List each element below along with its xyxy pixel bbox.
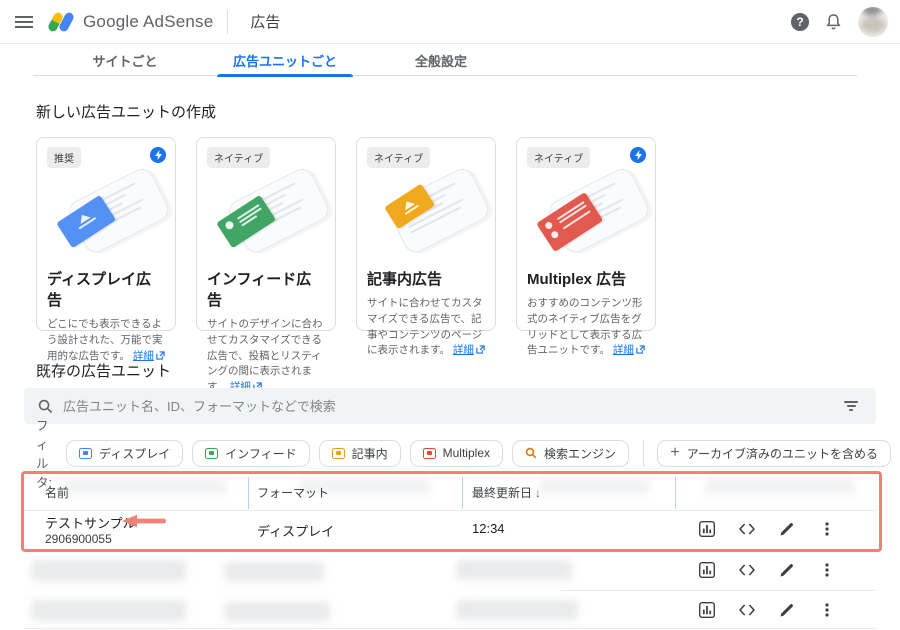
filter-chip-infeed[interactable]: インフィード <box>192 440 309 467</box>
highlight-box <box>21 471 882 552</box>
tab-by-ad-unit[interactable]: 広告ユニットごと <box>217 44 353 76</box>
boost-icon <box>630 147 646 163</box>
page-title: 広告 <box>250 11 280 32</box>
ad-unit-id: 2906900055 <box>45 532 112 546</box>
help-icon[interactable]: ? <box>791 13 809 31</box>
row-divider <box>560 590 876 591</box>
external-link-icon <box>476 344 485 360</box>
card-infeed-ads[interactable]: ネイティブ インフィード広告 サイトのデザインに合わせてカスタマイズできる広告で… <box>196 137 336 331</box>
row-divider <box>24 628 876 629</box>
card-description: どこにでも表示できるよう設計された、万能で実用的な広告です。 詳細 <box>47 317 165 365</box>
filter-icon[interactable] <box>840 397 862 415</box>
adsense-logo[interactable]: Google AdSense <box>48 9 213 35</box>
avatar[interactable] <box>858 7 888 37</box>
plus-icon: + <box>670 445 679 461</box>
row-divider <box>24 510 876 511</box>
card-description: サイトのデザインに合わせてカスタマイズできる広告で、投稿とリスティングの間に表示… <box>207 317 325 397</box>
redacted-text <box>456 560 572 580</box>
display-format-icon <box>79 448 92 459</box>
stats-icon[interactable] <box>698 520 716 538</box>
card-title: Multiplex 広告 <box>527 268 645 289</box>
more-options-icon[interactable] <box>818 601 836 619</box>
filter-row: フィルタ: ディスプレイ インフィード 記事内 Multiplex 検索エンジン… <box>36 439 900 467</box>
notifications-icon[interactable] <box>825 13 842 31</box>
search-bar[interactable] <box>24 388 876 424</box>
card-title: ディスプレイ広告 <box>47 268 165 310</box>
stats-icon[interactable] <box>698 601 716 619</box>
adsense-logo-icon <box>48 9 74 35</box>
more-options-icon[interactable] <box>818 561 836 579</box>
ad-unit-updated: 12:34 <box>472 521 505 536</box>
column-divider <box>248 477 249 509</box>
search-icon <box>38 399 53 414</box>
card-inarticle-ads[interactable]: ネイティブ 記事内広告 サイトに合わせてカスタマイズできる広告で、記事やコンテン… <box>356 137 496 331</box>
infeed-format-icon <box>205 448 218 459</box>
ad-unit-name[interactable]: テストサンプル <box>45 513 136 532</box>
tabs-bar: サイトごと 広告ユニットごと 全般設定 <box>0 44 900 76</box>
existing-section-heading: 既存の広告ユニット <box>36 360 171 381</box>
boost-icon <box>150 147 166 163</box>
redacted-text <box>31 560 186 581</box>
infeed-ads-illustration <box>207 170 325 262</box>
card-display-ads[interactable]: 推奨 ディスプレイ広告 どこにでも表示できるよう設計された、万能で実用的な広告で… <box>36 137 176 331</box>
more-options-icon[interactable] <box>818 520 836 538</box>
native-badge: ネイティブ <box>527 147 590 168</box>
native-badge: ネイティブ <box>367 147 430 168</box>
get-code-icon[interactable] <box>738 520 756 538</box>
redacted-text <box>224 602 330 621</box>
multiplex-ads-illustration <box>527 170 645 262</box>
get-code-icon[interactable] <box>738 561 756 579</box>
stats-icon[interactable] <box>698 561 716 579</box>
card-multiplex-ads[interactable]: ネイティブ Multiplex 広告 おすすめのコンテンツ形式のネイティブ広告を… <box>516 137 656 331</box>
brand-name: Google AdSense <box>83 12 213 32</box>
include-archived-chip[interactable]: +アーカイブ済みのユニットを含める <box>657 440 891 467</box>
sort-descending-icon: ↓ <box>535 486 541 500</box>
edit-icon[interactable] <box>778 561 796 579</box>
ad-unit-format: ディスプレイ <box>257 521 334 540</box>
card-description: サイトに合わせてカスタマイズできる広告で、記事やコンテンツのページに表示されます… <box>367 296 485 360</box>
column-header-format[interactable]: フォーマット <box>257 484 329 501</box>
detail-link[interactable]: 詳細 <box>613 344 634 356</box>
inarticle-format-icon <box>332 448 345 459</box>
card-title: 記事内広告 <box>367 268 485 289</box>
display-ads-illustration <box>47 170 165 262</box>
adsense-ads-page: Google AdSense 広告 ? サイトごと 広告ユニットごと 全般設定 … <box>0 0 900 630</box>
filter-chip-display[interactable]: ディスプレイ <box>66 440 183 467</box>
detail-link[interactable]: 詳細 <box>453 344 474 356</box>
column-divider <box>462 477 463 509</box>
external-link-icon <box>636 344 645 360</box>
edit-icon[interactable] <box>778 520 796 538</box>
menu-icon[interactable] <box>4 2 44 42</box>
filter-chip-multiplex[interactable]: Multiplex <box>410 440 503 467</box>
inarticle-ads-illustration <box>367 170 485 262</box>
filter-label: フィルタ: <box>36 415 54 491</box>
card-title: インフィード広告 <box>207 268 325 310</box>
redacted-text <box>224 562 324 581</box>
card-description: おすすめのコンテンツ形式のネイティブ広告をグリッドとして表示する広告ユニットです… <box>527 296 645 360</box>
multiplex-format-icon <box>423 448 436 459</box>
app-bar: Google AdSense 広告 ? <box>0 0 900 44</box>
search-input[interactable] <box>63 399 840 414</box>
redacted-text <box>456 600 578 620</box>
search-engine-icon <box>525 447 537 459</box>
redacted-text <box>31 600 186 621</box>
column-header-updated[interactable]: 最終更新日↓ <box>472 484 541 501</box>
tab-by-site[interactable]: サイトごと <box>33 44 217 76</box>
filter-chip-inarticle[interactable]: 記事内 <box>319 440 401 467</box>
column-header-name[interactable]: 名前 <box>45 484 69 501</box>
tab-global-settings[interactable]: 全般設定 <box>353 44 529 76</box>
ad-unit-type-cards: 推奨 ディスプレイ広告 どこにでも表示できるよう設計された、万能で実用的な広告で… <box>36 137 656 331</box>
create-section-heading: 新しい広告ユニットの作成 <box>36 101 216 122</box>
native-badge: ネイティブ <box>207 147 270 168</box>
get-code-icon[interactable] <box>738 601 756 619</box>
divider <box>227 10 228 34</box>
column-divider <box>675 477 676 509</box>
edit-icon[interactable] <box>778 601 796 619</box>
filter-chip-search-engine[interactable]: 検索エンジン <box>512 440 629 467</box>
recommended-badge: 推奨 <box>47 147 81 168</box>
